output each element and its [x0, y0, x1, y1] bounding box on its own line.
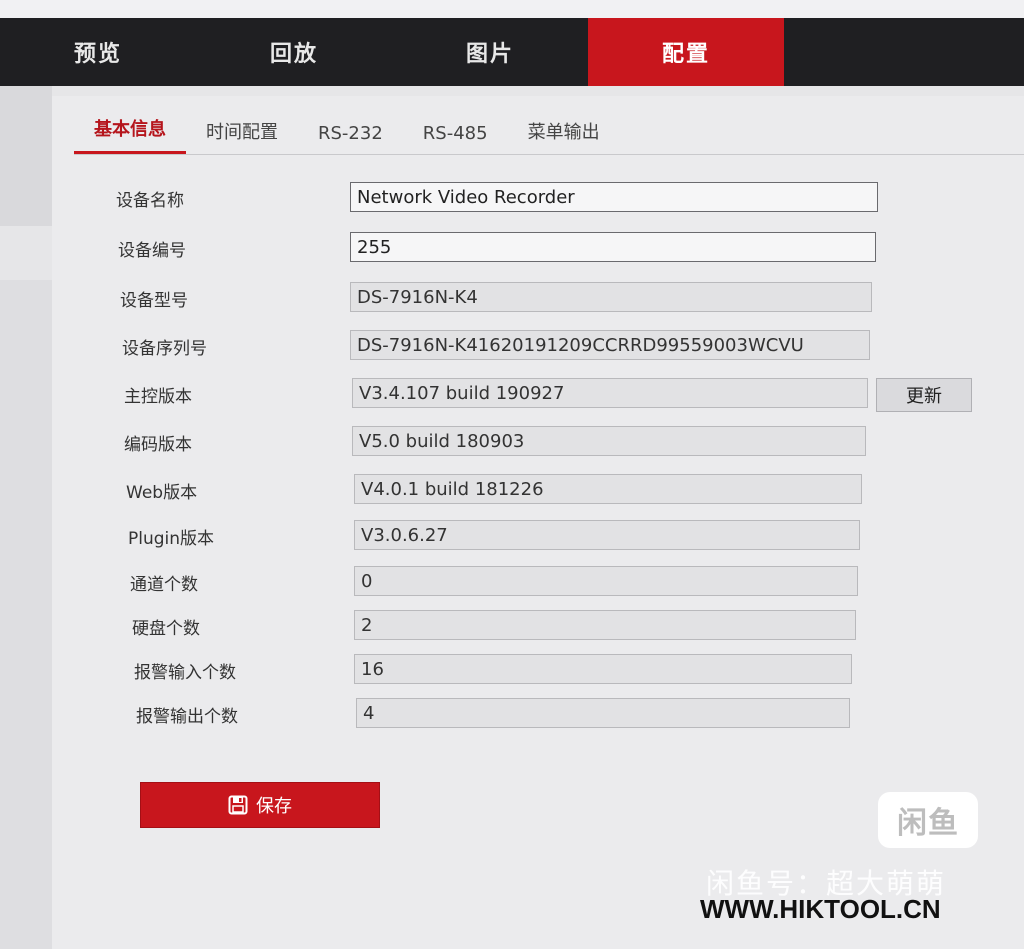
serial-number-field: DS-7916N-K41620191209CCRRD99559003WCVU [350, 330, 870, 360]
watermark-url-text: WWW.HIKTOOL.CN [700, 894, 941, 924]
row-encoder-version: 编码版本 V5.0 build 180903 [52, 426, 1024, 458]
label-plugin-version: Plugin版本 [128, 529, 215, 549]
row-plugin-version: Plugin版本 V3.0.6.27 [52, 520, 1024, 552]
nav-tab-configuration[interactable]: 配置 [588, 18, 784, 86]
top-navigation: 预览 回放 图片 配置 [0, 18, 1024, 86]
encoder-version-field: V5.0 build 180903 [352, 426, 866, 456]
update-button[interactable]: 更新 [876, 378, 972, 412]
nav-tab-playback[interactable]: 回放 [196, 18, 392, 86]
label-channel-count: 通道个数 [130, 575, 198, 595]
label-alarm-input-count: 报警输入个数 [134, 663, 236, 683]
disk-count-field: 2 [354, 610, 856, 640]
tab-menu-output[interactable]: 菜单输出 [508, 118, 620, 154]
device-name-input[interactable]: Network Video Recorder [350, 182, 878, 212]
row-device-number: 设备编号 255 [52, 232, 1024, 264]
xianyu-logo-badge: 闲鱼 [878, 792, 978, 848]
left-menu-panel-lower [0, 280, 52, 949]
row-channel-count: 通道个数 0 [52, 566, 1024, 598]
device-number-input[interactable]: 255 [350, 232, 876, 262]
channel-count-field: 0 [354, 566, 858, 596]
label-serial-number: 设备序列号 [122, 339, 207, 359]
row-serial-number: 设备序列号 DS-7916N-K41620191209CCRRD99559003… [52, 330, 1024, 362]
label-device-number: 设备编号 [118, 241, 186, 261]
label-web-version: Web版本 [126, 483, 198, 503]
sub-tab-bar: 基本信息 时间配置 RS-232 RS-485 菜单输出 [74, 96, 1024, 155]
nav-tab-pictures[interactable]: 图片 [392, 18, 588, 86]
web-version-field: V4.0.1 build 181226 [354, 474, 862, 504]
save-button[interactable]: 保存 [140, 782, 380, 828]
row-web-version: Web版本 V4.0.1 build 181226 [52, 474, 1024, 506]
row-disk-count: 硬盘个数 2 [52, 610, 1024, 642]
alarm-input-count-field: 16 [354, 654, 852, 684]
tab-rs232[interactable]: RS-232 [298, 118, 403, 154]
nav-tab-preview[interactable]: 预览 [0, 18, 196, 86]
row-firmware-version: 主控版本 V3.4.107 build 190927 更新 [52, 378, 1024, 412]
firmware-version-field: V3.4.107 build 190927 [352, 378, 868, 408]
tab-basic-info[interactable]: 基本信息 [74, 118, 186, 154]
floppy-disk-icon [228, 795, 248, 815]
label-firmware-version: 主控版本 [124, 387, 192, 407]
device-model-field: DS-7916N-K4 [350, 282, 872, 312]
alarm-output-count-field: 4 [356, 698, 850, 728]
label-device-model: 设备型号 [120, 291, 188, 311]
row-alarm-input-count: 报警输入个数 16 [52, 654, 1024, 686]
plugin-version-field: V3.0.6.27 [354, 520, 860, 550]
row-alarm-output-count: 报警输出个数 4 [52, 698, 1024, 730]
label-device-name: 设备名称 [116, 191, 184, 211]
label-disk-count: 硬盘个数 [132, 619, 200, 639]
tab-rs485[interactable]: RS-485 [403, 118, 508, 154]
row-device-model: 设备型号 DS-7916N-K4 [52, 282, 1024, 314]
screen-top-strip [0, 0, 1024, 18]
label-alarm-output-count: 报警输出个数 [136, 707, 238, 727]
save-button-label: 保存 [256, 796, 292, 817]
label-encoder-version: 编码版本 [124, 435, 192, 455]
left-menu-panel [0, 86, 52, 226]
tab-time-settings[interactable]: 时间配置 [186, 118, 298, 154]
row-device-name: 设备名称 Network Video Recorder [52, 182, 1024, 214]
